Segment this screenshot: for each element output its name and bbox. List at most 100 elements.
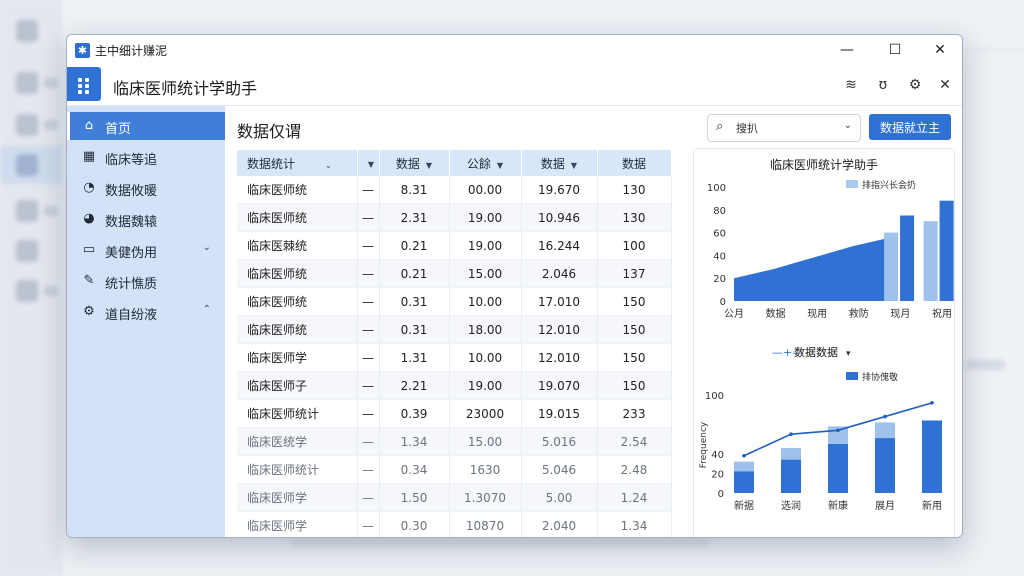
column-header[interactable]: 数据统计 ⌄ bbox=[237, 150, 358, 176]
column-header[interactable]: 数据 ▼ bbox=[521, 150, 598, 176]
chart1-x-tick-label: 祝用 bbox=[932, 307, 952, 320]
table-cell: — bbox=[357, 203, 380, 232]
table-row[interactable]: 临床医师统 —2.31 19.00 10.946 130 bbox=[237, 203, 672, 232]
sidebar-item-data-analysis[interactable]: ◕ 数据魏辕 bbox=[67, 205, 225, 233]
search-box[interactable]: ⌕ ⌄ bbox=[707, 114, 861, 142]
doc-icon: ▭ bbox=[82, 242, 96, 257]
column-header[interactable]: 数据 ▼ bbox=[379, 150, 450, 176]
table-cell: 5.016 bbox=[521, 427, 598, 456]
table-cell: 19.070 bbox=[521, 371, 598, 400]
search-icon: ⌕ bbox=[716, 119, 724, 134]
chart1-y-tick-label: 60 bbox=[713, 229, 726, 240]
table-cell: — bbox=[357, 511, 380, 537]
background-app-icon bbox=[16, 20, 38, 42]
background-icon bbox=[16, 114, 38, 136]
chart2-x-tick-label: 选润 bbox=[781, 499, 801, 512]
create-data-button[interactable]: 数据就立主 bbox=[869, 114, 951, 140]
table-cell: 18.00 bbox=[449, 315, 522, 344]
table-row[interactable]: 临床医师子 —2.21 19.00 19.070 150 bbox=[237, 371, 672, 400]
table-cell: 8.31 bbox=[379, 176, 450, 204]
chart1-bar bbox=[900, 215, 915, 301]
chart1-legend-label: 排指兴长会扔 bbox=[862, 179, 916, 191]
sidebar-item-clinical[interactable]: ▦ 临床等追 bbox=[67, 143, 225, 171]
table-cell: 2.48 bbox=[597, 455, 672, 484]
table-row[interactable]: 临床医棘统 —0.21 19.00 16.244 100 bbox=[237, 231, 672, 260]
table-cell: 1630 bbox=[449, 455, 522, 484]
sidebar-item-label: 数据攸暖 bbox=[105, 184, 158, 199]
column-header[interactable]: 数据 bbox=[597, 150, 672, 176]
chart2-line-point bbox=[883, 414, 887, 419]
background-label bbox=[44, 78, 58, 88]
table-cell: — bbox=[357, 371, 380, 400]
table-row[interactable]: 临床医师学 —1.31 10.00 12.010 150 bbox=[237, 343, 672, 372]
table-row[interactable]: 临床医师统 —0.31 10.00 17.010 150 bbox=[237, 287, 672, 316]
sidebar-item-label: 数据魏辕 bbox=[105, 215, 158, 230]
chart2-legend-label: 排协傀敬 bbox=[862, 371, 898, 383]
table-cell: 16.244 bbox=[521, 231, 598, 260]
background-label bbox=[44, 206, 58, 216]
table-cell: 0.21 bbox=[379, 231, 450, 260]
table-row[interactable]: 临床医师学 —0.30 10870 2.040 1.34 bbox=[237, 511, 672, 537]
chart2-bar bbox=[922, 420, 942, 493]
sidebar-item-label: 首页 bbox=[105, 122, 132, 137]
table-row[interactable]: 临床医师统计 —0.34 1630 5.046 2.48 bbox=[237, 455, 672, 484]
chevron-down-icon[interactable]: ⌄ bbox=[844, 120, 852, 131]
settings-icon[interactable]: ⚙ bbox=[905, 75, 925, 95]
minimize-button[interactable]: — bbox=[835, 40, 859, 60]
table-row[interactable]: 临床医统学 —1.34 15.00 5.016 2.54 bbox=[237, 427, 672, 456]
table-row[interactable]: 临床医师统 —8.31 00.00 19.670 130 bbox=[237, 176, 672, 204]
table-cell: 19.00 bbox=[449, 203, 522, 232]
table-cell: 临床医师统 bbox=[237, 287, 358, 316]
table-row[interactable]: 临床医师统 —0.21 15.00 2.046 137 bbox=[237, 259, 672, 288]
table-cell: 5.046 bbox=[521, 455, 598, 484]
pie-icon: ◕ bbox=[83, 211, 95, 226]
column-header[interactable]: 公餘 ▼ bbox=[449, 150, 522, 176]
charts-svg: 临床医师统计学助手排指兴长会扔020406080100公月 数据 现用 救防 现月 祝用—… bbox=[699, 157, 954, 512]
sidebar-item-data[interactable]: ◔ 数据攸暖 bbox=[67, 174, 225, 202]
sidebar-item-stats[interactable]: ✎ 统计憔质 bbox=[67, 267, 225, 295]
background-icon bbox=[16, 154, 38, 176]
table-cell: 临床医棘统 bbox=[237, 231, 358, 260]
background-icon bbox=[16, 200, 38, 222]
table-row[interactable]: 临床医师学 —1.50 1.3070 5.00 1.24 bbox=[237, 483, 672, 512]
close-button[interactable]: ✕ bbox=[928, 40, 952, 60]
window-title: 主中细计赚泥 bbox=[95, 44, 168, 58]
table-cell: 临床医师学 bbox=[237, 343, 358, 372]
table-row[interactable]: 临床医师统 —0.31 18.00 12.010 150 bbox=[237, 315, 672, 344]
maximize-button[interactable]: ☐ bbox=[883, 40, 907, 60]
chart1-bar bbox=[939, 200, 954, 301]
chart2-line-point bbox=[930, 401, 934, 405]
chart2-y-tick-label: 0 bbox=[718, 489, 724, 500]
database-icon[interactable]: ≋ bbox=[841, 75, 861, 95]
table-cell: 150 bbox=[597, 343, 672, 372]
table-cell: 10.946 bbox=[521, 203, 598, 232]
table-cell: 130 bbox=[597, 203, 672, 232]
chart2-title: 数据数据 bbox=[794, 345, 838, 359]
sidebar-item-label: 临床等追 bbox=[105, 153, 158, 168]
sidebar-item-label: 道自纷液 bbox=[105, 308, 158, 323]
column-header[interactable]: ▼ bbox=[357, 150, 380, 176]
column-header-label: 数据统计 bbox=[247, 156, 296, 171]
table-cell: — bbox=[357, 483, 380, 512]
app-logo-icon: ✱ bbox=[75, 43, 90, 58]
chart2-x-tick-label: 新用 bbox=[922, 499, 942, 512]
search-input[interactable] bbox=[734, 119, 838, 137]
stethoscope-icon[interactable]: ʊ bbox=[873, 75, 893, 95]
column-header-label: 数据 bbox=[395, 156, 420, 171]
sidebar-item-settings[interactable]: ⚙ 道自纷液 ⌃ bbox=[67, 298, 225, 326]
table-cell: 12.010 bbox=[521, 315, 598, 344]
sort-caret-icon: ▼ bbox=[496, 160, 504, 170]
table-cell: 临床医统学 bbox=[237, 427, 358, 456]
chart2-y-tick-label: 100 bbox=[705, 391, 724, 402]
table-cell: 临床医师统 bbox=[237, 259, 358, 288]
app-menu-button[interactable] bbox=[67, 67, 101, 101]
chart2-bar bbox=[781, 459, 801, 493]
table-row[interactable]: 临床医师统计 —0.39 23000 19.015 233 bbox=[237, 399, 672, 428]
close-panel-icon[interactable]: ✕ bbox=[935, 75, 955, 95]
chart2-legend-swatch bbox=[846, 372, 858, 380]
sidebar-item-home[interactable]: ⌂ 首页 bbox=[67, 112, 225, 140]
table-cell: — bbox=[357, 315, 380, 344]
sidebar-item-tools[interactable]: ▭ 美健伪用 ⌄ bbox=[67, 236, 225, 264]
table-cell: 10.00 bbox=[449, 343, 522, 372]
sidebar-item-label: 统计憔质 bbox=[105, 277, 158, 292]
